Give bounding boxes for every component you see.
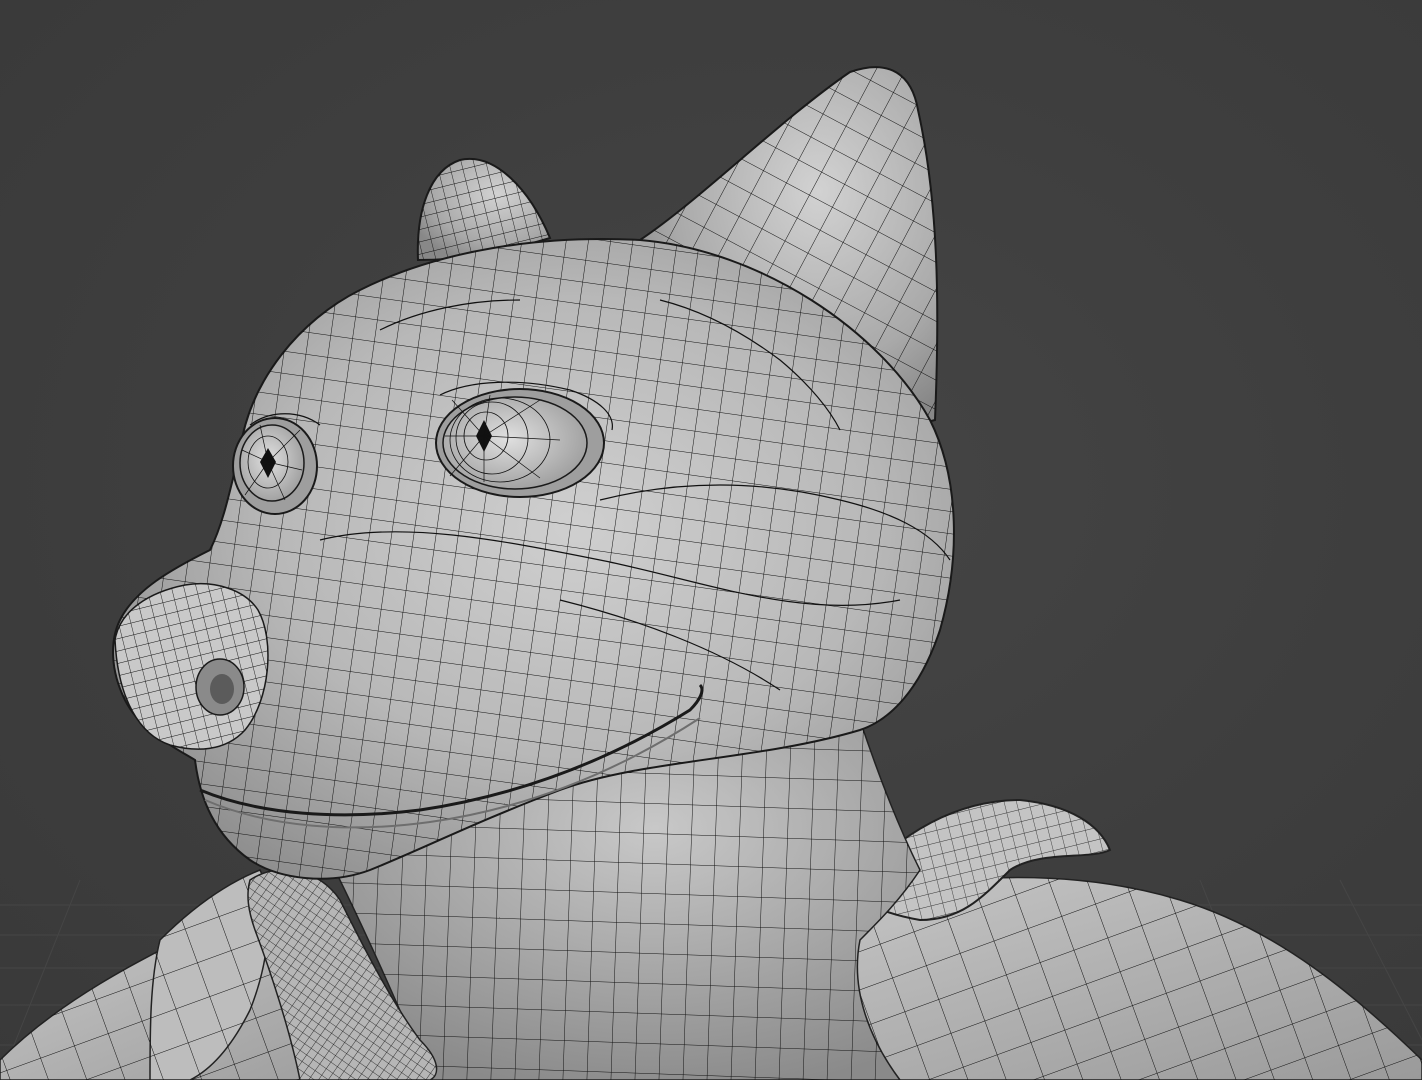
- snout-mesh[interactable]: [114, 583, 269, 750]
- 3d-viewport[interactable]: [0, 0, 1422, 1080]
- left-eye-mesh[interactable]: [232, 417, 318, 515]
- viewport-canvas[interactable]: [0, 0, 1422, 1080]
- right-eye-mesh[interactable]: [435, 388, 605, 498]
- nose-nostril[interactable]: [195, 658, 245, 716]
